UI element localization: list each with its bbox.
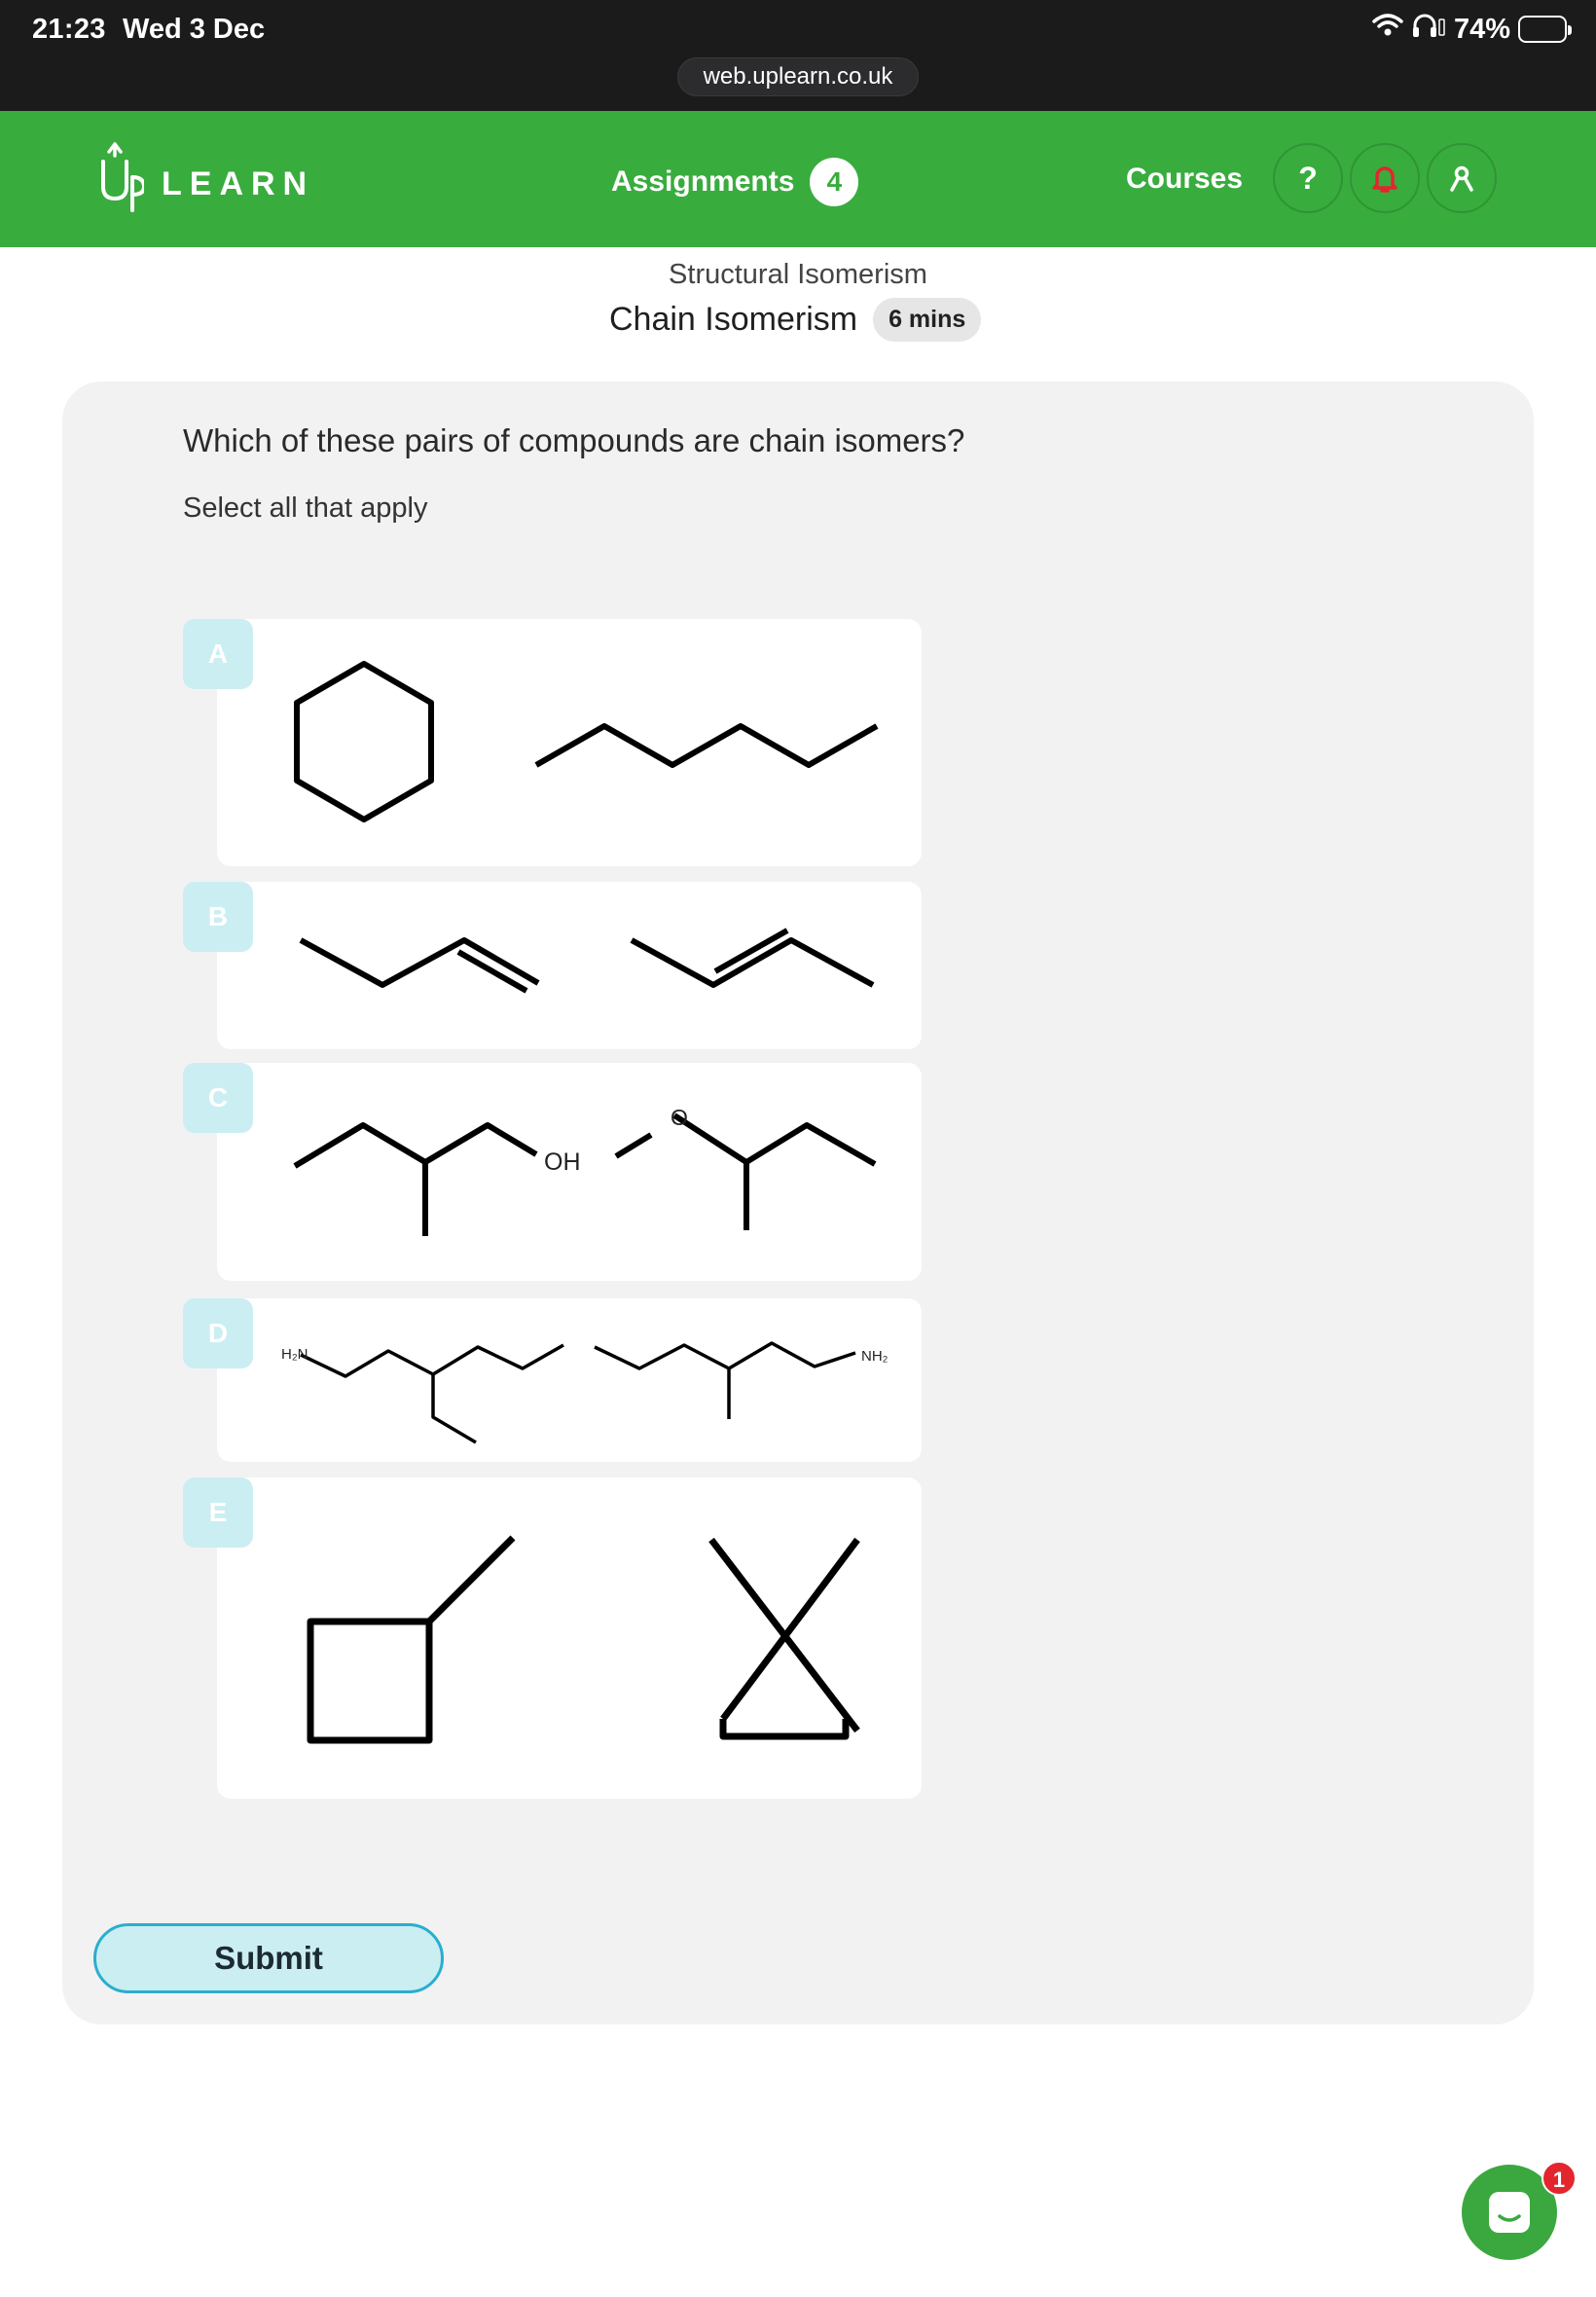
headphones-icon [1411,12,1446,47]
methylpropanol-chain [293,1122,538,1169]
option-e-structures [307,1535,860,1744]
uplearn-logo[interactable]: LEARN [93,138,314,216]
option-a-letter[interactable]: A [183,619,253,689]
assignments-count-badge: 4 [810,158,859,206]
wifi-icon [1372,13,1403,46]
option-d-structures: H₂N NH₂ [281,1341,889,1444]
lesson-title: Chain Isomerism [609,301,858,338]
option-c-structures: OH O [293,1105,877,1236]
option-a[interactable] [217,619,922,866]
help-icon: ? [1298,160,1318,196]
option-e-letter[interactable]: E [183,1477,253,1548]
bell-icon [1372,166,1397,193]
up-logo-mark [101,142,144,212]
submit-button[interactable]: Submit [93,1923,444,1993]
assignments-link[interactable]: Assignments 4 [611,158,859,206]
option-b-letter[interactable]: B [183,882,253,952]
option-e[interactable] [217,1477,922,1799]
option-b[interactable] [217,882,922,1049]
topic-title: Structural Isomerism [669,259,927,290]
status-icons: 74% [1372,12,1572,47]
battery-icon [1518,16,1572,43]
option-b-structures [299,928,875,994]
url-bar[interactable]: web.uplearn.co.uk [677,57,919,96]
question-card: Which of these pairs of compounds are ch… [62,382,1534,2024]
oxygen-label: O [671,1105,688,1130]
chat-icon [1489,2192,1530,2233]
clock: 21:23 [32,14,106,45]
hydroxyl-label: OH [544,1148,581,1176]
courses-link[interactable]: Courses [1126,163,1243,196]
option-d-letter[interactable]: D [183,1298,253,1368]
date: Wed 3 Dec [123,14,266,45]
option-a-structures [294,661,879,822]
option-d[interactable]: H₂N NH₂ [217,1298,922,1462]
amine-one-chain [300,1343,564,1378]
cyclohexane [294,661,434,822]
notifications-button[interactable] [1350,143,1420,213]
help-button[interactable]: ? [1273,143,1343,213]
option-c-letter[interactable]: C [183,1063,253,1133]
amine-group-left: H₂N [281,1346,308,1363]
chat-unread-badge: 1 [1542,2161,1577,2196]
question-hint: Select all that apply [183,492,428,524]
amine-group-right: NH₂ [861,1348,889,1365]
spiro-line-2 [720,1537,860,1722]
but-2-ene [630,937,875,988]
user-icon [1450,165,1473,192]
duration-badge: 6 mins [873,298,982,342]
battery-percent: 74% [1453,13,1510,45]
amine-two-chain [594,1341,856,1370]
ether-chain [672,1112,877,1167]
option-c[interactable]: OH O [217,1063,922,1281]
methyl-branch [426,1535,516,1624]
profile-button[interactable] [1427,143,1497,213]
cyclobutane [307,1618,433,1744]
lesson-header: Chain Isomerism 6 mins [609,298,982,342]
top-nav: LEARN Assignments 4 Courses ? [0,111,1596,247]
logo-text: LEARN [162,164,315,202]
question-text: Which of these pairs of compounds are ch… [183,422,965,458]
hexane [534,723,879,768]
assignments-label: Assignments [611,165,795,198]
status-bar: 21:23 Wed 3 Dec 74% web.uplearn.co.uk [0,0,1596,111]
